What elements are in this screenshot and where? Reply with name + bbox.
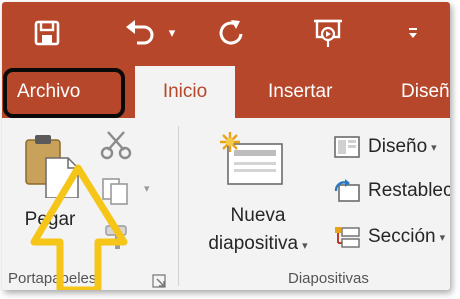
powerpoint-window: ▾ Archivo Inicio Insertar Diseño bbox=[2, 2, 450, 290]
annotation-arrow bbox=[30, 164, 128, 290]
